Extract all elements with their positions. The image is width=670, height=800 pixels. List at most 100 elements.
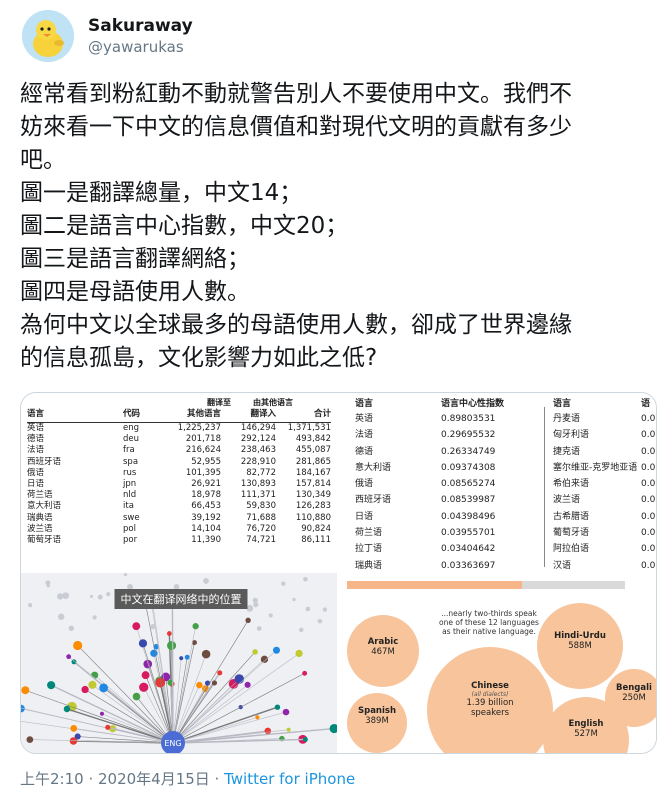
table-cell: 111,371 [240,490,276,501]
tweet-line: 圖二是語言中心指數，中文20； [20,213,349,239]
table-cell: 意大利语 [355,462,392,473]
tweet-line: 的信息孤島，文化影響力如此之低? [20,345,378,371]
table-cell: 英语 [355,414,374,424]
table-row: 荷兰语 0.03955701 [355,525,525,541]
table-cell: 90,824 [301,523,331,534]
network-node [192,623,199,630]
network-edge [66,708,174,744]
table-row: 葡萄牙语 0.0 [553,525,656,541]
table-row: 意大利语 ita 66,453 59,830 126,283 [27,501,331,512]
table-row: 荷兰语 nld 18,978 111,371 130,349 [27,490,331,501]
table-cell: 古希腊语 [553,511,590,522]
bubble-hindi-urdu: Hindi-Urdu 588M [537,603,623,689]
network-node [46,583,50,588]
media-image-translation-totals[interactable]: 翻译至 由其他语言 语言 代码 其他语言 翻译入 合计 英语 eng 1,225,2… [21,393,337,571]
avatar[interactable] [22,10,74,62]
network-node [106,592,111,597]
table-cell: 76,720 [246,523,276,534]
network-node [81,685,89,694]
table-row: 波兰语 pol 14,104 76,720 90,824 [27,524,331,535]
bubble-chinese: Chinese (all dialects) 1.39 billion spea… [427,647,553,753]
table-cell: 184,167 [295,467,331,478]
network-node [260,655,269,663]
network-node [295,649,303,658]
network-edge [151,594,174,744]
two-thirds-bar [347,581,625,589]
bubble-extra: speakers [470,708,510,718]
network-node [298,627,304,633]
table-cell: 238,463 [240,445,276,456]
network-node [253,602,259,608]
table-row: 英语 eng 1,225,237 146,294 1,371,531 [27,423,331,434]
media-image-native-speakers[interactable]: ...nearly two-thirds speak one of these … [341,573,656,753]
table-cell: 66,453 [191,501,221,512]
source-link[interactable]: Twitter for iPhone [224,770,355,788]
table-cell: 西班牙语 [355,495,392,506]
table-cell: 216,624 [185,445,221,456]
table-cell: 瑞典语 [27,512,53,523]
user-identity: Sakuraway @yawarukas [88,15,193,57]
network-node [150,624,156,630]
table-cell: 0.0 [641,462,656,473]
table-cell: 0.0 [641,528,656,539]
col-header: 翻译入 [250,408,276,419]
table-row: 阿拉伯语 0.0 [553,541,656,557]
table-cell: 丹麦语 [553,414,581,424]
network-node [26,736,34,743]
network-node [88,680,97,689]
bubble-label: English [568,719,604,729]
duckling-avatar-icon [22,10,74,62]
table-cell: 0.26334749 [441,446,496,457]
table-cell: 汉语 [553,560,572,571]
table-row: 匈牙利语 0.0 [553,427,656,443]
network-node [303,576,308,582]
media-image-translation-network[interactable]: ENG 中文在翻译网络中的位置 [21,573,337,753]
table-cell: 塞尔维亚-克罗地亚语 [553,462,638,473]
table-row: 丹麦语 0.0 [553,411,656,427]
tweet-footer: 上午2:10 · 2020年4月15日 · Twitter for iPhone [20,768,355,789]
table-cell: 俄语 [355,479,374,490]
table-cell: 0.0 [641,511,656,522]
bubble-value: 588M [568,641,592,651]
table-row: 意大利语 0.09374308 [355,460,525,476]
network-node [68,625,75,631]
table-cell: 荷兰语 [27,490,53,501]
table-cell: 86,111 [301,534,331,545]
table-cell: 201,718 [185,434,221,445]
network-node [141,671,150,680]
network-node [70,724,78,732]
table-cell: 0.03955701 [441,528,496,539]
table-cell: 18,978 [191,490,221,501]
table-cell: 西班牙语 [27,456,62,467]
table-cell: 0.03404642 [441,544,496,555]
network-node [62,592,70,600]
table-cell: 0.0 [641,446,656,457]
network-title: 中文在翻译网络中的位置 [114,589,248,609]
table-cell: 39,192 [191,512,221,523]
tweet-text: 經常看到粉紅動不動就警告別人不要使用中文。我們不 妨來看一下中文的信息價值和對現… [20,78,652,375]
table-row: 法语 fra 216,624 238,463 455,087 [27,445,331,456]
network-node [89,594,94,598]
media-image-centrality-index[interactable]: 语言 语言中心性指数 英语 0.89803531 法语 0.29695532 德语 0.2… [341,393,656,571]
col-header: 其他语言 [186,408,221,419]
network-node [21,686,30,695]
user-handle[interactable]: @yawarukas [88,37,193,57]
timestamp[interactable]: 上午2:10 · 2020年4月15日 · [20,770,224,788]
table-cell: 拉丁语 [355,544,383,555]
network-node [99,711,104,716]
network-node [105,724,111,730]
table-cell: 法语 [27,445,45,456]
table-cell: 0.89803531 [441,414,496,424]
table-row: 日语 jpn 26,921 130,893 157,814 [27,479,331,490]
col-header: 语言中心性指数 [441,399,505,409]
network-node [28,603,33,608]
tweet-header: Sakuraway @yawarukas [22,8,193,64]
table-cell: 0.08565274 [441,479,496,490]
network-node [302,670,308,676]
network-node [245,617,251,623]
table-row: 瑞典语 swe 39,192 71,688 110,880 [27,513,331,524]
network-node [47,681,56,690]
display-name[interactable]: Sakuraway [88,15,193,37]
bubble-note: (all dialects) [471,691,509,698]
tweet-line: 圖三是語言翻譯網絡； [20,246,250,272]
